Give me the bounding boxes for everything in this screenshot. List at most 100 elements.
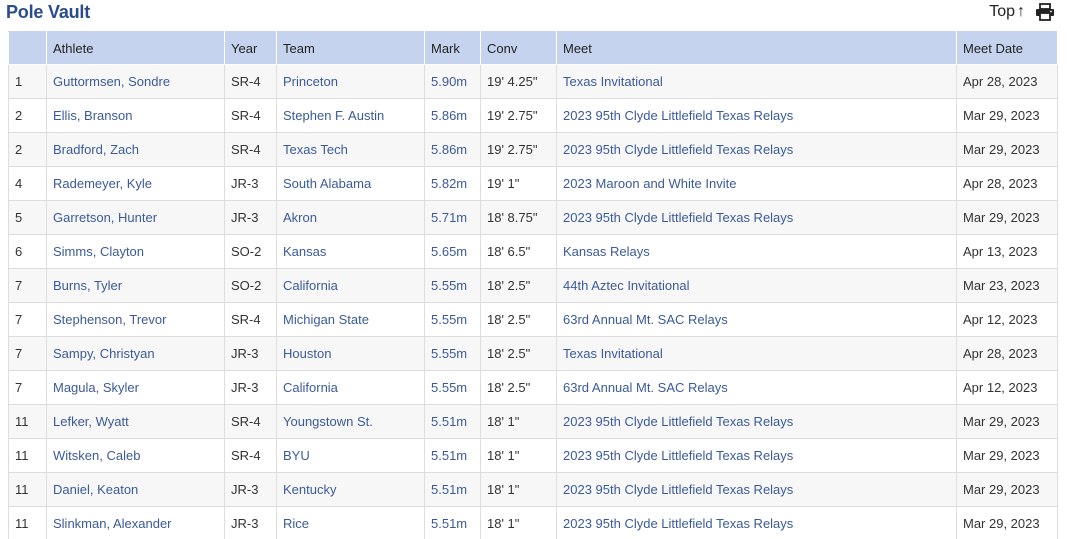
team-cell: Texas Tech bbox=[276, 132, 425, 167]
mark-link[interactable]: 5.55m bbox=[431, 346, 467, 361]
athlete-link[interactable]: Magula, Skyler bbox=[53, 380, 139, 395]
meet-link[interactable]: 2023 95th Clyde Littlefield Texas Relays bbox=[563, 142, 793, 157]
meet-link[interactable]: Kansas Relays bbox=[563, 244, 650, 259]
athlete-link[interactable]: Ellis, Branson bbox=[53, 108, 132, 123]
athlete-link[interactable]: Simms, Clayton bbox=[53, 244, 144, 259]
table-row: 7 Sampy, Christyan JR-3 Houston 5.55m 18' 2.5… bbox=[8, 336, 1058, 371]
mark-link[interactable]: 5.51m bbox=[431, 516, 467, 531]
meet-link[interactable]: Texas Invitational bbox=[563, 346, 663, 361]
table-row: 7 Stephenson, Trevor SR-4 Michigan State 5.5… bbox=[8, 302, 1058, 337]
team-link[interactable]: California bbox=[283, 380, 338, 395]
team-link[interactable]: Texas Tech bbox=[283, 142, 348, 157]
team-link[interactable]: California bbox=[283, 278, 338, 293]
mark-cell: 5.71m bbox=[424, 200, 481, 235]
top-link[interactable]: Top ↑ bbox=[989, 3, 1025, 21]
athlete-link[interactable]: Rademeyer, Kyle bbox=[53, 176, 152, 191]
year-cell: SR-4 bbox=[224, 404, 277, 439]
conv-cell: 18' 2.5" bbox=[480, 268, 557, 303]
team-cell: California bbox=[276, 268, 425, 303]
year-cell: SO-2 bbox=[224, 234, 277, 269]
mark-link[interactable]: 5.51m bbox=[431, 482, 467, 497]
mark-link[interactable]: 5.65m bbox=[431, 244, 467, 259]
team-link[interactable]: Princeton bbox=[283, 74, 338, 89]
column-header-mark[interactable]: Mark bbox=[424, 31, 481, 65]
table-row: 7 Burns, Tyler SO-2 California 5.55m 18' 2.5"… bbox=[8, 268, 1058, 303]
mark-link[interactable]: 5.55m bbox=[431, 312, 467, 327]
team-link[interactable]: Kansas bbox=[283, 244, 326, 259]
team-link[interactable]: Stephen F. Austin bbox=[283, 108, 384, 123]
meet-link[interactable]: 63rd Annual Mt. SAC Relays bbox=[563, 312, 728, 327]
year-cell: SR-4 bbox=[224, 438, 277, 473]
meet-cell: 2023 Maroon and White Invite bbox=[556, 166, 957, 201]
mark-link[interactable]: 5.86m bbox=[431, 142, 467, 157]
athlete-link[interactable]: Stephenson, Trevor bbox=[53, 312, 166, 327]
place-cell: 11 bbox=[8, 438, 47, 473]
place-cell: 11 bbox=[8, 472, 47, 507]
column-header-athlete[interactable]: Athlete bbox=[46, 31, 225, 65]
date-cell: Mar 23, 2023 bbox=[956, 268, 1058, 303]
meet-link[interactable]: Texas Invitational bbox=[563, 74, 663, 89]
athlete-cell: Stephenson, Trevor bbox=[46, 302, 225, 337]
place-cell: 5 bbox=[8, 200, 47, 235]
team-link[interactable]: Rice bbox=[283, 516, 309, 531]
team-link[interactable]: Akron bbox=[283, 210, 317, 225]
conv-cell: 18' 6.5" bbox=[480, 234, 557, 269]
mark-link[interactable]: 5.86m bbox=[431, 108, 467, 123]
mark-link[interactable]: 5.71m bbox=[431, 210, 467, 225]
meet-cell: Kansas Relays bbox=[556, 234, 957, 269]
team-cell: Princeton bbox=[276, 64, 425, 99]
year-cell: SO-2 bbox=[224, 268, 277, 303]
team-link[interactable]: Kentucky bbox=[283, 482, 336, 497]
column-header-meet-date[interactable]: Meet Date bbox=[956, 31, 1058, 65]
page: Pole Vault Top ↑ Athlete Year Team Mark … bbox=[0, 0, 1067, 539]
team-link[interactable]: BYU bbox=[283, 448, 310, 463]
athlete-link[interactable]: Guttormsen, Sondre bbox=[53, 74, 170, 89]
mark-link[interactable]: 5.55m bbox=[431, 380, 467, 395]
athlete-cell: Magula, Skyler bbox=[46, 370, 225, 405]
athlete-link[interactable]: Daniel, Keaton bbox=[53, 482, 138, 497]
column-header-conv[interactable]: Conv bbox=[480, 31, 557, 65]
meet-cell: 2023 95th Clyde Littlefield Texas Relays bbox=[556, 200, 957, 235]
place-cell: 2 bbox=[8, 98, 47, 133]
athlete-link[interactable]: Lefker, Wyatt bbox=[53, 414, 129, 429]
print-icon[interactable] bbox=[1035, 3, 1055, 21]
meet-link[interactable]: 2023 95th Clyde Littlefield Texas Relays bbox=[563, 108, 793, 123]
team-link[interactable]: Youngstown St. bbox=[283, 414, 373, 429]
athlete-link[interactable]: Slinkman, Alexander bbox=[53, 516, 172, 531]
meet-link[interactable]: 2023 95th Clyde Littlefield Texas Relays bbox=[563, 448, 793, 463]
athlete-link[interactable]: Sampy, Christyan bbox=[53, 346, 155, 361]
date-cell: Apr 12, 2023 bbox=[956, 302, 1058, 337]
meet-link[interactable]: 2023 95th Clyde Littlefield Texas Relays bbox=[563, 516, 793, 531]
column-header-year[interactable]: Year bbox=[224, 31, 277, 65]
mark-cell: 5.55m bbox=[424, 370, 481, 405]
meet-cell: 44th Aztec Invitational bbox=[556, 268, 957, 303]
year-cell: SR-4 bbox=[224, 132, 277, 167]
conv-cell: 19' 2.75" bbox=[480, 132, 557, 167]
team-link[interactable]: Michigan State bbox=[283, 312, 369, 327]
athlete-link[interactable]: Garretson, Hunter bbox=[53, 210, 157, 225]
date-cell: Mar 29, 2023 bbox=[956, 404, 1058, 439]
meet-link[interactable]: 2023 95th Clyde Littlefield Texas Relays bbox=[563, 482, 793, 497]
meet-link[interactable]: 2023 95th Clyde Littlefield Texas Relays bbox=[563, 210, 793, 225]
athlete-link[interactable]: Witsken, Caleb bbox=[53, 448, 140, 463]
date-cell: Mar 29, 2023 bbox=[956, 506, 1058, 539]
conv-cell: 18' 1" bbox=[480, 438, 557, 473]
athlete-link[interactable]: Burns, Tyler bbox=[53, 278, 122, 293]
column-header-meet[interactable]: Meet bbox=[556, 31, 957, 65]
meet-link[interactable]: 44th Aztec Invitational bbox=[563, 278, 689, 293]
mark-link[interactable]: 5.51m bbox=[431, 414, 467, 429]
date-cell: Apr 12, 2023 bbox=[956, 370, 1058, 405]
mark-link[interactable]: 5.55m bbox=[431, 278, 467, 293]
team-link[interactable]: Houston bbox=[283, 346, 331, 361]
mark-link[interactable]: 5.51m bbox=[431, 448, 467, 463]
column-header-team[interactable]: Team bbox=[276, 31, 425, 65]
team-link[interactable]: South Alabama bbox=[283, 176, 371, 191]
place-cell: 11 bbox=[8, 506, 47, 539]
mark-link[interactable]: 5.90m bbox=[431, 74, 467, 89]
mark-link[interactable]: 5.82m bbox=[431, 176, 467, 191]
meet-link[interactable]: 2023 95th Clyde Littlefield Texas Relays bbox=[563, 414, 793, 429]
athlete-link[interactable]: Bradford, Zach bbox=[53, 142, 139, 157]
place-cell: 1 bbox=[8, 64, 47, 99]
meet-link[interactable]: 63rd Annual Mt. SAC Relays bbox=[563, 380, 728, 395]
meet-link[interactable]: 2023 Maroon and White Invite bbox=[563, 176, 736, 191]
